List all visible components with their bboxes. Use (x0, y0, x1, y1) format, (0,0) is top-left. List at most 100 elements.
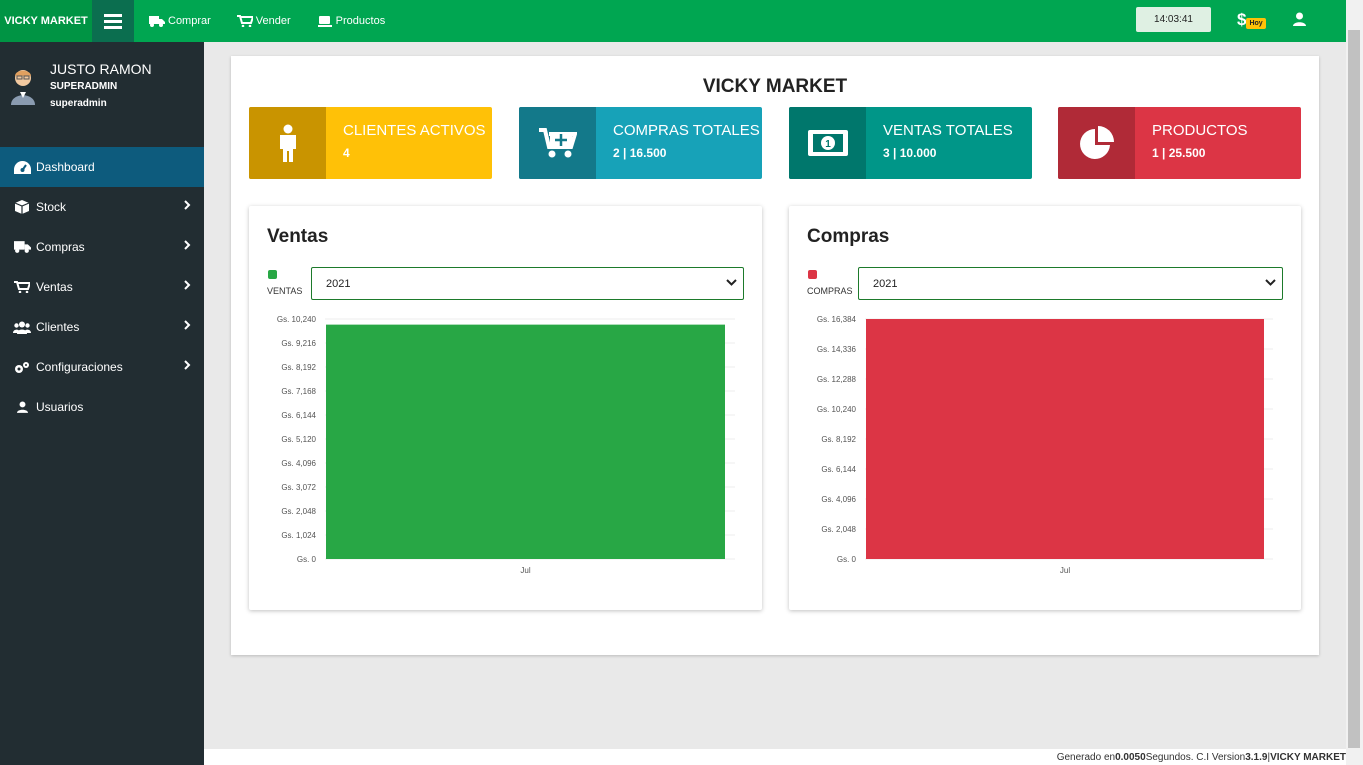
chevron-right-icon (184, 200, 191, 210)
footer-time: 0.0050 (1115, 751, 1146, 763)
nav-vender-label: Vender (255, 15, 291, 27)
y-tick-label: Gs. 4,096 (821, 495, 856, 504)
gears-icon (15, 361, 29, 373)
info-box-productos[interactable]: PRODUCTOS 1 | 25.500 (1058, 107, 1301, 179)
info-box-label: PRODUCTOS (1152, 122, 1248, 139)
y-tick-label: Gs. 12,288 (817, 375, 857, 384)
page-title: VICKY MARKET (702, 76, 848, 97)
sidebar-item-label: Ventas (36, 280, 73, 294)
y-tick-label: Gs. 10,240 (817, 405, 857, 414)
y-tick-label: Gs. 0 (837, 555, 857, 564)
info-box-count: 1 (1152, 146, 1159, 160)
info-box-label: COMPRAS TOTALES (613, 122, 760, 139)
pie-icon (1079, 126, 1114, 159)
sidebar-item-clientes[interactable]: Clientes (0, 307, 204, 347)
info-box-value: 2 | 16.500 (613, 146, 667, 160)
cart-icon (14, 281, 30, 293)
sidebar-item-label: Usuarios (36, 400, 84, 414)
nav-comprar-link[interactable]: Comprar (149, 15, 211, 27)
chevron-right-icon (184, 360, 191, 370)
y-tick-label: Gs. 14,336 (817, 345, 857, 354)
dashboard-panel: VICKY MARKET CLIENTES ACTIVOS 4 COMPRAS … (231, 56, 1319, 655)
info-box-compras[interactable]: COMPRAS TOTALES 2 | 16.500 (519, 107, 762, 179)
sidebar-item-label: Dashboard (36, 160, 95, 174)
user-profile: JUSTO RAMON SUPERADMIN superadmin (0, 42, 204, 127)
info-box-count: 3 (883, 146, 890, 160)
daily-cash-button[interactable]: $ Hoy (1237, 10, 1266, 30)
sidebar: JUSTO RAMON SUPERADMIN superadmin Dashbo… (0, 42, 204, 765)
footer-prefix: Generado en (1056, 751, 1116, 763)
user-icon (16, 401, 28, 413)
x-tick-label: Jul (520, 566, 530, 575)
sidebar-item-label: Clientes (36, 320, 80, 334)
footer: Generado en 0.0050 Segundos. C.I Version… (204, 749, 1363, 765)
nav-vender-link[interactable]: Vender (236, 15, 291, 27)
compras-card: Compras COMPRAS 2021 Gs. 0 Gs. 2,048 Gs. 4… (789, 206, 1301, 610)
y-tick-label: Gs. 5,120 (281, 435, 316, 444)
truck-icon (149, 15, 165, 27)
x-tick-label: Jul (1060, 566, 1070, 575)
dollar-icon: $ (1237, 10, 1247, 29)
info-box-clientes[interactable]: CLIENTES ACTIVOS 4 (249, 107, 492, 179)
hoy-badge: Hoy (1246, 18, 1266, 29)
svg-text:1: 1 (825, 139, 831, 150)
footer-version: 3.1.9 (1245, 751, 1268, 763)
y-tick-label: Gs. 6,144 (821, 465, 856, 474)
sidebar-item-label: Compras (36, 240, 85, 254)
nav-comprar-label: Comprar (168, 15, 211, 27)
box-icon (15, 200, 29, 214)
sidebar-item-configuraciones[interactable]: Configuraciones (0, 347, 204, 387)
sidebar-item-dashboard[interactable]: Dashboard (0, 147, 204, 187)
sidebar-item-usuarios[interactable]: Usuarios (0, 387, 204, 427)
footer-brand: VICKY MARKET (1270, 751, 1346, 763)
menu-toggle-button[interactable] (92, 0, 134, 42)
y-tick-label: Gs. 8,192 (821, 435, 856, 444)
y-tick-label: Gs. 16,384 (817, 315, 857, 324)
users-icon (13, 321, 31, 334)
money-icon: 1 (807, 130, 848, 156)
y-tick-label: Gs. 7,168 (281, 387, 316, 396)
y-tick-label: Gs. 2,048 (281, 507, 316, 516)
dashboard-icon (13, 160, 31, 174)
y-tick-label: Gs. 9,216 (281, 339, 316, 348)
chart-bar[interactable] (326, 324, 725, 559)
y-tick-label: Gs. 1,024 (281, 531, 316, 540)
product-icon (317, 15, 332, 27)
ventas-card: Ventas VENTAS 2021 Gs. 0 Gs. 1,024 Gs. 2,0… (249, 206, 762, 610)
ventas-chart: Gs. 0 Gs. 1,024 Gs. 2,048 Gs. 3,072 Gs. 4,09… (277, 315, 735, 575)
info-box-amount: 25.500 (1168, 146, 1206, 160)
nav-productos-label: Productos (335, 15, 386, 27)
y-tick-label: Gs. 2,048 (821, 525, 856, 534)
info-box-amount: 16.500 (629, 146, 667, 160)
info-box-label: VENTAS TOTALES (883, 122, 1013, 139)
sidebar-item-label: Stock (36, 200, 67, 214)
sidebar-item-compras[interactable]: Compras (0, 227, 204, 267)
sidebar-menu: Dashboard Stock Compras Ventas Clientes … (0, 147, 204, 427)
y-tick-label: Gs. 4,096 (281, 459, 316, 468)
nav-productos-link[interactable]: Productos (317, 15, 386, 27)
info-box-label: CLIENTES ACTIVOS (343, 122, 486, 139)
chevron-right-icon (184, 320, 191, 330)
y-tick-label: Gs. 6,144 (281, 411, 316, 420)
avatar (11, 69, 35, 105)
truck-icon (13, 241, 31, 253)
y-tick-label: Gs. 8,192 (281, 363, 316, 372)
sidebar-item-ventas[interactable]: Ventas (0, 267, 204, 307)
hamburger-icon (104, 13, 122, 29)
cart-plus-icon (538, 128, 577, 158)
user-icon (1293, 12, 1306, 26)
scrollbar-thumb[interactable] (1348, 30, 1360, 748)
brand-logo[interactable]: VICKY MARKET (0, 0, 92, 42)
y-tick-label: Gs. 10,240 (277, 315, 317, 324)
footer-mid: Segundos. C.I Version (1145, 751, 1246, 763)
scrollbar[interactable] (1346, 0, 1363, 765)
top-navbar: VICKY MARKET Comprar Vender Productos 14… (0, 0, 1363, 42)
info-box-value: 4 (343, 146, 350, 160)
info-box-value: 1 | 25.500 (1152, 146, 1206, 160)
sidebar-item-stock[interactable]: Stock (0, 187, 204, 227)
info-box-amount: 10.000 (899, 146, 937, 160)
clock-display: 14:03:41 (1136, 7, 1211, 32)
user-menu-button[interactable] (1293, 12, 1306, 31)
chart-bar[interactable] (866, 319, 1264, 559)
info-box-ventas[interactable]: 1 VENTAS TOTALES 3 | 10.000 (789, 107, 1032, 179)
